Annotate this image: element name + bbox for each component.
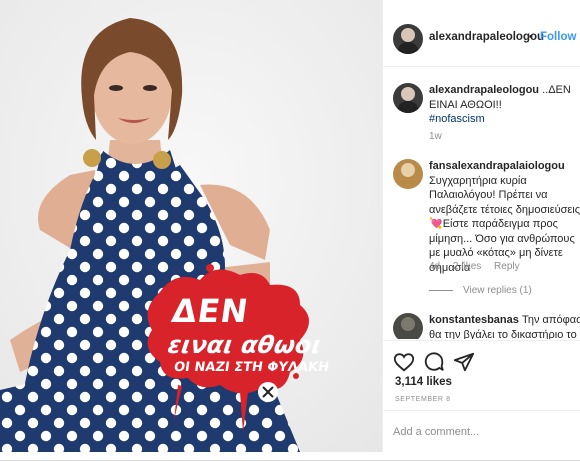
commenter-avatar[interactable] [393, 159, 423, 189]
comment-username[interactable]: fansalexandrapalaiologou [429, 159, 580, 174]
comment-item: konstantesbanas Την απόφαση θα την βγάλε… [429, 313, 580, 339]
photo-illustration [0, 0, 382, 452]
post-image[interactable]: ΔΕΝ ειναι αθωοι ΟΙ ΝΑΖΙ ΣΤΗ ΦΥΛΑΚΗ [0, 0, 382, 452]
instagram-post: ΔΕΝ ειναι αθωοι ΟΙ ΝΑΖΙ ΣΤΗ ΦΥΛΑΚΗ alexa… [0, 0, 580, 461]
separator-dot: • [529, 31, 533, 43]
paper-plane-icon[interactable] [453, 351, 475, 373]
view-replies-button[interactable]: View replies (1) [429, 285, 532, 296]
author-username[interactable]: alexandrapaleologou [429, 31, 544, 43]
comment-item: fansalexandrapalaiologou Συγχαρητήρια κυ… [429, 159, 580, 275]
reply-button[interactable]: Reply [494, 261, 520, 272]
comment-input[interactable] [393, 423, 571, 441]
comment-likes[interactable]: 2 likes [453, 261, 481, 272]
view-replies-label: View replies (1) [463, 285, 532, 296]
hashtag-link[interactable]: #nofascism [429, 113, 485, 125]
like-count[interactable]: 3,114 likes [395, 376, 452, 388]
comments-list: alexandrapaleologou ..ΔΕΝ ΕΙΝΑΙ ΑΘΩΟΙ!! … [383, 67, 580, 339]
caption-username[interactable]: alexandrapaleologou [429, 84, 539, 96]
comment-meta: 4d 2 likes Reply [429, 261, 530, 272]
comment-bubble-icon[interactable] [423, 351, 445, 373]
sticker-tagline: ΟΙ ΝΑΖΙ ΣΤΗ ΦΥΛΑΚΗ [172, 360, 330, 375]
follow-button[interactable]: Follow [540, 31, 576, 43]
caption-avatar[interactable] [393, 83, 423, 113]
add-comment-bar [383, 410, 580, 453]
post-sidebar: alexandrapaleologou • Follow alexandrapa… [382, 0, 580, 452]
caption: alexandrapaleologou ..ΔΕΝ ΕΙΝΑΙ ΑΘΩΟΙ!! … [429, 83, 580, 127]
author-avatar[interactable] [393, 24, 423, 54]
post-header: alexandrapaleologou • Follow [383, 0, 580, 67]
heart-icon[interactable] [393, 351, 415, 373]
caption-time: 1w [429, 131, 442, 142]
commenter-avatar[interactable] [393, 313, 423, 339]
sticker-headline: ΔΕΝ [169, 292, 252, 330]
comment-username[interactable]: konstantesbanas [429, 314, 519, 326]
sticker-subheadline: ειναι αθωοι [166, 331, 323, 359]
post-date: SEPTEMBER 8 [395, 396, 451, 403]
comment-time: 4d [429, 261, 441, 272]
comment-text: Συγχαρητήρια κυρία Παλαιολόγου! Πρέπει ν… [429, 174, 580, 274]
